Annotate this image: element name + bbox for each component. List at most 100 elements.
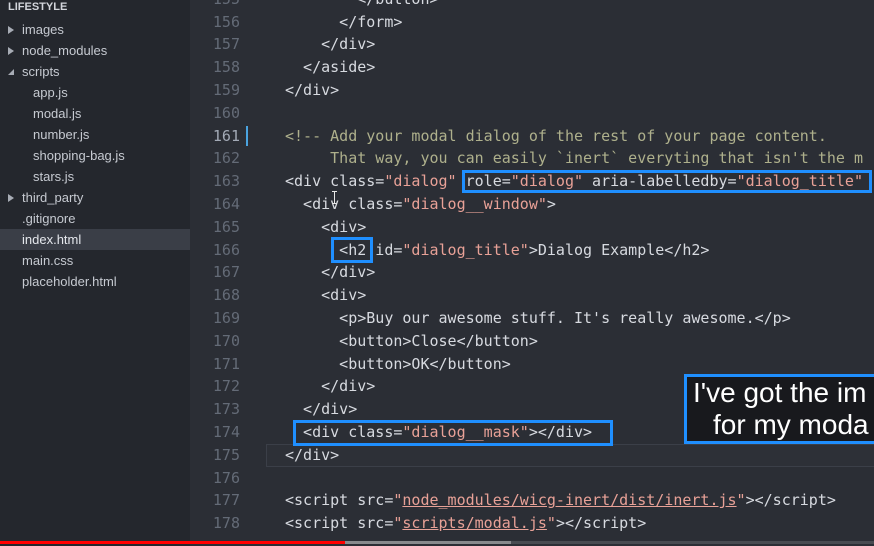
- code-token-string: "dialog_title": [402, 240, 529, 259]
- code-text[interactable]: </aside>: [285, 56, 375, 79]
- code-token-link[interactable]: scripts/modal.js: [402, 514, 547, 532]
- tree-item-number-js[interactable]: number.js: [0, 124, 190, 145]
- code-text[interactable]: </button>: [285, 0, 438, 11]
- tree-item-images[interactable]: images: [0, 19, 190, 40]
- code-token-link[interactable]: node_modules/wicg-inert/dist/inert.js: [402, 491, 736, 509]
- line-number: 164: [212, 194, 240, 213]
- code-line-166[interactable]: 166 <h2 id="dialog_title">Dialog Example…: [190, 239, 874, 262]
- tree-item-modal-js[interactable]: modal.js: [0, 103, 190, 124]
- line-number: 167: [212, 263, 240, 282]
- code-text[interactable]: <div>: [285, 284, 366, 307]
- line-number: 156: [212, 12, 240, 31]
- tree-item-label: index.html: [22, 232, 82, 247]
- code-line-161[interactable]: 161 <!-- Add your modal dialog of the res…: [190, 125, 874, 148]
- code-token: </aside>: [285, 58, 376, 77]
- code-token: <div class=: [285, 172, 385, 191]
- tree-item-stars-js[interactable]: stars.js: [0, 166, 190, 187]
- code-lines[interactable]: 155 </button>156 </form>157 </div>158 </…: [190, 0, 874, 535]
- tree-item-gitignore[interactable]: .gitignore: [0, 208, 190, 229]
- code-line-162[interactable]: 162 That way, you can easily `inert` eve…: [190, 147, 874, 170]
- code-token-string: "node_modules/wicg-inert/dist/inert.js": [393, 491, 746, 510]
- line-number: 155: [190, 0, 240, 11]
- code-token: </div>: [285, 35, 376, 54]
- code-text[interactable]: </div>: [285, 33, 375, 56]
- chevron-right-icon[interactable]: [8, 47, 14, 55]
- code-text[interactable]: <div class="dialog__window">: [285, 193, 556, 216]
- chevron-right-icon[interactable]: [8, 26, 14, 34]
- code-line-165[interactable]: 165 <div>: [190, 216, 874, 239]
- code-text[interactable]: </div>: [285, 261, 375, 284]
- code-line-171[interactable]: 171 <button>OK</button>: [190, 353, 874, 376]
- tree-item-shopping-bag-js[interactable]: shopping-bag.js: [0, 145, 190, 166]
- line-number: 157: [212, 35, 240, 54]
- code-line-175[interactable]: 175 </div>: [190, 444, 874, 467]
- code-line-168[interactable]: 168 <div>: [190, 284, 874, 307]
- tree-item-placeholder-html[interactable]: placeholder.html: [0, 271, 190, 292]
- code-line-158[interactable]: 158 </aside>: [190, 56, 874, 79]
- code-text[interactable]: <script src="node_modules/wicg-inert/dis…: [285, 489, 836, 512]
- code-line-176[interactable]: 176: [190, 467, 874, 490]
- code-token: <div>: [285, 217, 367, 236]
- tree-item-third-party[interactable]: third_party: [0, 187, 190, 208]
- code-text[interactable]: <p>Buy our awesome stuff. It's really aw…: [285, 307, 791, 330]
- tree-item-node-modules[interactable]: node_modules: [0, 40, 190, 61]
- tree-item-index-html[interactable]: index.html: [0, 229, 190, 250]
- code-text[interactable]: </div>: [285, 79, 339, 102]
- chevron-down-icon[interactable]: [8, 69, 14, 77]
- code-line-160[interactable]: 160: [190, 102, 874, 125]
- chevron-right-icon[interactable]: [8, 194, 14, 202]
- code-token: </form>: [285, 12, 403, 31]
- code-line-177[interactable]: 177 <script src="node_modules/wicg-inert/…: [190, 489, 874, 512]
- line-number: 165: [212, 217, 240, 236]
- caption-line-1: I've got the im: [693, 377, 867, 408]
- video-progress-bar[interactable]: [0, 541, 874, 544]
- video-caption: I've got the im for my moda: [684, 374, 874, 444]
- line-number: 171: [212, 354, 240, 373]
- project-title[interactable]: LIFESTYLE: [8, 1, 67, 14]
- tree-item-label: shopping-bag.js: [33, 148, 125, 163]
- code-token: </div>: [285, 263, 376, 282]
- code-line-167[interactable]: 167 </div>: [190, 261, 874, 284]
- tree-item-scripts[interactable]: scripts: [0, 61, 190, 82]
- tree-item-label: node_modules: [22, 43, 108, 58]
- file-tree: images node_modulesscripts app.js modal.js n…: [0, 19, 190, 292]
- code-line-164[interactable]: 164 <div class="dialog__window">: [190, 193, 874, 216]
- line-number: 162: [212, 149, 240, 168]
- line-number: 168: [212, 286, 240, 305]
- code-token: <div class=: [285, 194, 403, 213]
- tree-item-label: modal.js: [33, 106, 82, 121]
- line-number: 163: [212, 172, 240, 191]
- code-token: <button>OK</button>: [285, 354, 511, 373]
- code-text[interactable]: <!-- Add your modal dialog of the rest o…: [285, 125, 827, 148]
- tree-item-label: app.js: [33, 85, 68, 100]
- code-text[interactable]: <button>Close</button>: [285, 330, 538, 353]
- code-text[interactable]: <button>OK</button>: [285, 353, 511, 376]
- tree-item-main-css[interactable]: main.css: [0, 250, 190, 271]
- code-text[interactable]: </div>: [285, 398, 357, 421]
- code-line-159[interactable]: 159 </div>: [190, 79, 874, 102]
- line-number: 174: [212, 422, 240, 441]
- code-token: >Dialog Example</h2>: [528, 240, 710, 259]
- code-line-170[interactable]: 170 <button>Close</button>: [190, 330, 874, 353]
- code-text[interactable]: </div>: [285, 375, 375, 398]
- code-token: </div>: [285, 400, 358, 419]
- code-text[interactable]: </div>: [285, 444, 339, 467]
- line-number: 161: [212, 126, 240, 145]
- code-line-156[interactable]: 156 </form>: [190, 11, 874, 34]
- code-line-178[interactable]: 178 <script src="scripts/modal.js"></scri…: [190, 512, 874, 535]
- code-text[interactable]: <script src="scripts/modal.js"></script>: [285, 512, 646, 535]
- code-editor[interactable]: 155 </button>156 </form>157 </div>158 </…: [190, 0, 874, 546]
- code-line-157[interactable]: 157 </div>: [190, 33, 874, 56]
- code-text[interactable]: </form>: [285, 11, 402, 34]
- code-text[interactable]: <div>: [285, 216, 366, 239]
- annotation-box-dialog-mask: [293, 420, 613, 446]
- code-token: ></script>: [745, 491, 836, 510]
- line-number: 170: [212, 331, 240, 350]
- caption-line-2: for my moda: [713, 409, 869, 440]
- code-line-169[interactable]: 169 <p>Buy our awesome stuff. It's reall…: [190, 307, 874, 330]
- line-number: 175: [212, 445, 240, 464]
- code-line-155[interactable]: 155 </button>: [190, 0, 874, 11]
- line-number: 176: [212, 468, 240, 487]
- tree-item-app-js[interactable]: app.js: [0, 82, 190, 103]
- code-text[interactable]: That way, you can easily `inert` everyti…: [285, 147, 863, 170]
